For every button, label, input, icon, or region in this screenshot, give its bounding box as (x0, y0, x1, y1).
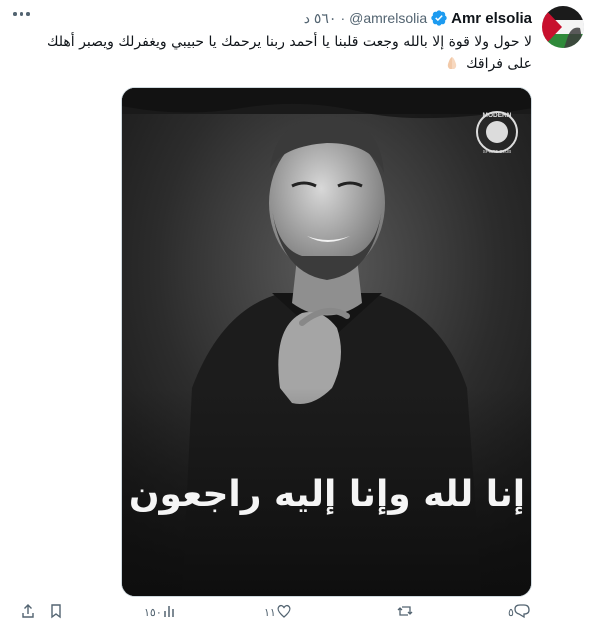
bookmark-button[interactable] (48, 603, 64, 622)
avatar[interactable] (542, 6, 584, 48)
verified-badge-icon (430, 9, 448, 27)
author-name[interactable]: Amr elsolia (451, 10, 532, 27)
author-handle[interactable]: @amrelsolia (349, 10, 427, 26)
tweet[interactable]: Amr elsolia @amrelsolia · ٥٦٠ د لا حول و… (0, 0, 594, 620)
tweet-media-image[interactable]: MODERN SPORT CLUB إنا لله وإنا إليه راجع… (121, 87, 532, 597)
bookmark-icon[interactable] (48, 603, 64, 622)
logo-top-text: MODERN (483, 112, 512, 119)
reply-button[interactable]: ٥ (504, 603, 530, 622)
share-icon[interactable] (20, 603, 36, 622)
heart-icon[interactable] (276, 603, 292, 622)
retweet-button[interactable] (397, 604, 413, 620)
tweet-actions: ١٥٠ ١١ ٥ (0, 603, 594, 622)
tweet-header: Amr elsolia @amrelsolia · ٥٦٠ د (304, 8, 532, 28)
views-icon[interactable] (162, 603, 178, 622)
reply-icon[interactable] (514, 603, 530, 622)
tweet-timestamp[interactable]: ٥٦٠ د (304, 10, 337, 27)
like-count: ١١ (264, 606, 276, 619)
condolence-calligraphy: إنا لله وإنا إليه راجعون (129, 474, 525, 515)
separator-dot: · (340, 10, 346, 26)
views-count: ١٥٠ (144, 606, 162, 619)
like-button[interactable]: ١١ (260, 604, 292, 620)
more-options-icon[interactable] (13, 6, 35, 22)
praying-hands-icon (444, 55, 460, 69)
tweet-text: لا حول ولا قوة إلا بالله وجعت قلبنا يا أ… (22, 31, 532, 75)
retweet-icon[interactable] (397, 603, 413, 622)
logo-bottom-text: SPORT CLUB (483, 149, 512, 154)
share-button[interactable] (20, 603, 36, 622)
views-button[interactable]: ١٥٠ (140, 604, 178, 620)
